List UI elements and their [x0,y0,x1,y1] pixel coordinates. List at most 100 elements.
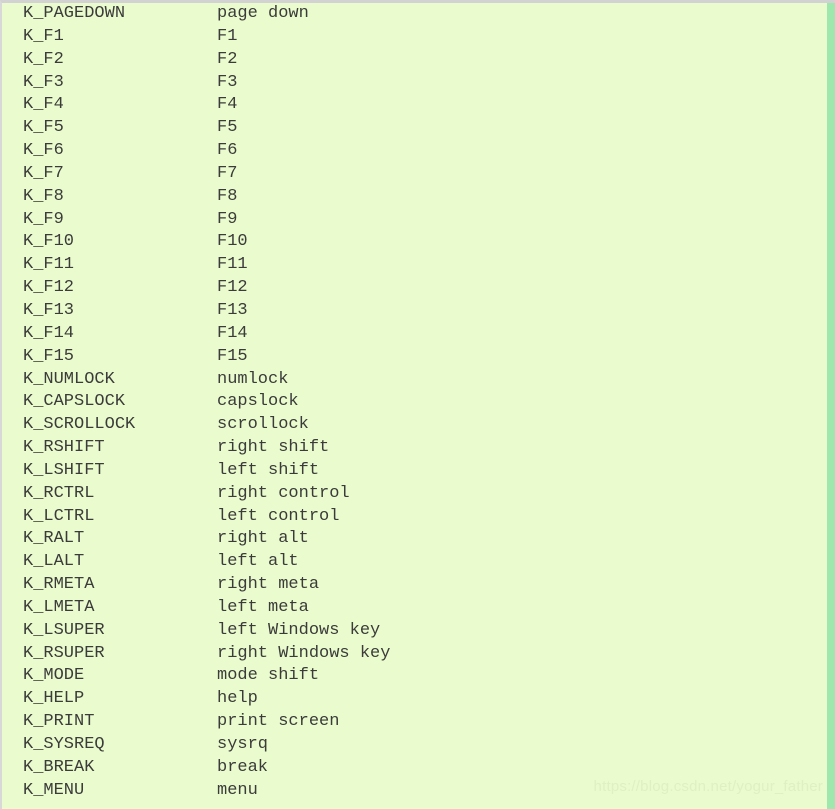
code-row: K_LSHIFT left shift [2,460,390,483]
code-row: K_F13 F13 [2,300,390,323]
key-constant: K_BREAK [23,757,95,777]
code-row: K_F5 F5 [2,117,390,140]
code-row: K_PAGEDOWN page down [2,3,390,26]
key-description: right Windows key [217,643,391,663]
key-constant: K_LALT [23,552,85,572]
vertical-scrollbar-thumb[interactable] [827,3,835,809]
key-description: right meta [217,575,320,595]
key-description: F5 [217,118,238,138]
key-constant: K_SYSREQ [23,735,105,754]
code-listing: K_PAGEDOWN page down K_F1 F1 K_F2 F2 K_F3 F3 K_F… [2,3,390,803]
key-description: left meta [217,597,309,617]
key-description: F1 [217,26,238,46]
key-description: F11 [217,255,248,275]
code-row: K_LALT left alt [2,551,390,574]
key-constant: K_CAPSLOCK [23,392,126,412]
key-constant: K_F4 [23,95,64,115]
key-constant: K_F10 [23,232,75,252]
key-description: F12 [217,278,248,298]
key-constant: K_MENU [23,780,85,800]
key-constant: K_F13 [23,300,75,320]
code-row: K_SCROLLOCK scrollock [2,414,390,437]
key-description: F9 [217,209,238,229]
key-description: F10 [217,232,248,252]
key-description: left control [217,506,340,526]
code-row: K_CAPSLOCK capslock [2,391,390,414]
key-description: help [217,689,258,709]
key-description: left Windows key [217,620,381,640]
code-row: K_F11 F11 [2,254,390,277]
key-constant: K_RCTRL [23,483,95,503]
key-description: F15 [217,346,248,366]
key-description: print screen [217,712,340,732]
key-description: left shift [217,460,320,480]
code-row: K_F3 F3 [2,72,390,95]
key-description: page down [217,4,309,23]
key-constant: K_RMETA [23,575,95,595]
key-constant: K_F2 [23,49,64,69]
code-row: K_F15 F15 [2,346,390,369]
code-row: K_F7 F7 [2,163,390,186]
code-row: K_LSUPER left Windows key [2,620,390,643]
key-description: scrollock [217,415,309,435]
code-row: K_RMETA right meta [2,574,390,597]
key-description: right shift [217,438,330,458]
code-row: K_F10 F10 [2,231,390,254]
key-description: F14 [217,323,248,343]
key-description: F3 [217,72,238,92]
key-description: capslock [217,392,299,412]
code-row: K_F14 F14 [2,323,390,346]
key-constant: K_RSHIFT [23,438,105,458]
code-block: K_PAGEDOWN page down K_F1 F1 K_F2 F2 K_F3 F3 K_F… [0,0,835,809]
code-row: K_MODE mode shift [2,665,390,688]
key-constant: K_F9 [23,209,64,229]
key-constant: K_F11 [23,255,75,275]
code-row: K_PRINT print screen [2,711,390,734]
key-constant: K_RSUPER [23,643,105,663]
code-row: K_F4 F4 [2,94,390,117]
key-description: F7 [217,163,238,183]
key-constant: K_F5 [23,118,64,138]
key-constant: K_SCROLLOCK [23,415,136,435]
code-row: K_LMETA left meta [2,597,390,620]
code-row: K_RSHIFT right shift [2,437,390,460]
key-constant: K_F3 [23,72,64,92]
code-row: K_SYSREQ sysrq [2,734,390,757]
code-row: K_HELP help [2,688,390,711]
key-description: F6 [217,141,238,161]
key-constant: K_F1 [23,26,64,46]
key-description: menu [217,780,258,800]
key-description: F4 [217,95,238,115]
key-constant: K_F15 [23,346,75,366]
key-constant: K_LSHIFT [23,460,105,480]
key-constant: K_HELP [23,689,85,709]
key-constant: K_MODE [23,666,85,686]
key-constant: K_F6 [23,141,64,161]
key-constant: K_LSUPER [23,620,105,640]
code-row: K_BREAK break [2,757,390,780]
key-description: right control [217,483,350,503]
code-row: K_LCTRL left control [2,506,390,529]
code-row: K_F12 F12 [2,277,390,300]
key-constant: K_F14 [23,323,75,343]
key-description: mode shift [217,666,320,686]
code-row: K_F9 F9 [2,209,390,232]
key-constant: K_PAGEDOWN [23,4,126,23]
vertical-scrollbar-track[interactable] [826,3,835,809]
code-row: K_RCTRL right control [2,483,390,506]
key-description: F13 [217,300,248,320]
key-constant: K_RALT [23,529,85,549]
key-constant: K_PRINT [23,712,95,732]
key-constant: K_F7 [23,163,64,183]
code-row: K_F1 F1 [2,26,390,49]
key-description: F8 [217,186,238,206]
key-description: F2 [217,49,238,69]
code-row: K_RALT right alt [2,528,390,551]
code-row: K_RSUPER right Windows key [2,643,390,666]
code-row: K_MENU menu [2,780,390,803]
code-row: K_NUMLOCK numlock [2,369,390,392]
key-constant: K_F12 [23,278,75,298]
key-description: right alt [217,529,309,549]
key-constant: K_F8 [23,186,64,206]
code-row: K_F6 F6 [2,140,390,163]
